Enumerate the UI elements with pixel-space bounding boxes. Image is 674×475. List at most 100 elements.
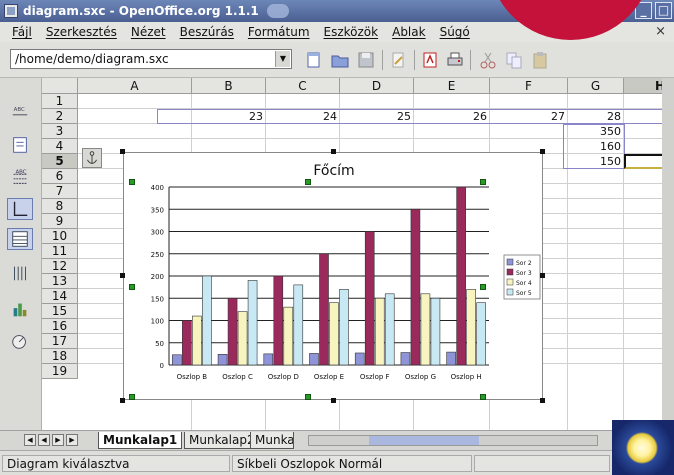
chart-object[interactable]: Főcím 0 50 100 150 200 250 300 350 400 Oszlop B Os…: [123, 152, 543, 400]
edit-file-icon[interactable]: [388, 50, 408, 70]
column-header-b[interactable]: B: [192, 78, 266, 94]
inner-handle[interactable]: [129, 394, 135, 400]
inner-handle[interactable]: [305, 394, 311, 400]
inner-handle[interactable]: [129, 179, 135, 185]
sheet-tab-munkalap2[interactable]: Munkalap2: [184, 432, 260, 449]
row-header-19[interactable]: 19: [42, 364, 78, 379]
next-sheet-button[interactable]: ▶: [52, 434, 64, 446]
row-header-9[interactable]: 9: [42, 214, 78, 229]
row-header-3[interactable]: 3: [42, 124, 78, 139]
column-header-f[interactable]: F: [490, 78, 568, 94]
prev-sheet-button[interactable]: ◀: [38, 434, 50, 446]
cell-d2[interactable]: 25: [340, 110, 414, 123]
menu-format[interactable]: Formátum: [242, 25, 318, 39]
export-pdf-icon[interactable]: [420, 50, 440, 70]
url-field[interactable]: /home/demo/diagram.sxc ▼: [10, 49, 292, 69]
status-chart-type-text: Síkbeli Oszlopok Normál: [232, 455, 472, 472]
menu-view[interactable]: Nézet: [125, 25, 174, 39]
cell-g5[interactable]: 150: [568, 155, 624, 168]
form-controls-icon[interactable]: [7, 134, 33, 156]
save-icon[interactable]: [356, 50, 376, 70]
horizontal-scroll-thumb[interactable]: [369, 436, 479, 445]
menu-insert[interactable]: Beszúrás: [174, 25, 242, 39]
chart-title[interactable]: Főcím: [313, 163, 354, 179]
row-header-8[interactable]: 8: [42, 199, 78, 214]
selection-handle[interactable]: [120, 149, 125, 154]
row-header-5[interactable]: 5: [42, 154, 78, 169]
row-header-17[interactable]: 17: [42, 334, 78, 349]
new-document-icon[interactable]: [304, 50, 324, 70]
column-header-d[interactable]: D: [340, 78, 414, 94]
chart-axes-icon[interactable]: [7, 198, 33, 220]
row-header-12[interactable]: 12: [42, 259, 78, 274]
row-header-18[interactable]: 18: [42, 349, 78, 364]
cell-g3[interactable]: 350: [568, 125, 624, 138]
row-header-10[interactable]: 10: [42, 229, 78, 244]
column-header-c[interactable]: C: [266, 78, 340, 94]
row-header-7[interactable]: 7: [42, 184, 78, 199]
chart-type-icon[interactable]: [7, 298, 33, 320]
selection-handle[interactable]: [120, 398, 125, 403]
cut-icon[interactable]: [478, 50, 498, 70]
cell-f2[interactable]: 27: [490, 110, 568, 123]
sheet-tab-munka[interactable]: Munka: [250, 432, 294, 449]
menu-window[interactable]: Ablak: [386, 25, 433, 39]
chart-color-icon[interactable]: [7, 330, 33, 352]
cell-g2[interactable]: 28: [568, 110, 624, 123]
selection-handle[interactable]: [331, 398, 336, 403]
inner-handle[interactable]: [129, 284, 135, 290]
y-tick-label: 250: [151, 251, 164, 259]
cell-e2[interactable]: 26: [414, 110, 490, 123]
row-header-4[interactable]: 4: [42, 139, 78, 154]
selection-handle[interactable]: [540, 398, 545, 403]
document-close-icon[interactable]: ×: [655, 24, 666, 39]
sheet-tab-munkalap1[interactable]: Munkalap1: [98, 432, 183, 449]
vertical-scrollbar[interactable]: [662, 78, 674, 430]
spreadsheet-grid[interactable]: A B C D E F G H 1 2 3 4 5 6 7 8 9 10 11 …: [42, 78, 674, 430]
open-folder-icon[interactable]: [330, 50, 350, 70]
row-header-11[interactable]: 11: [42, 244, 78, 259]
inner-handle[interactable]: [480, 179, 486, 185]
menu-help[interactable]: Súgó: [434, 25, 478, 39]
spellcheck-icon[interactable]: ABC: [7, 166, 33, 188]
inner-handle[interactable]: [480, 394, 486, 400]
menu-edit[interactable]: Szerkesztés: [40, 25, 125, 39]
url-dropdown-button[interactable]: ▼: [275, 51, 290, 67]
bar: [247, 280, 258, 366]
row-header-14[interactable]: 14: [42, 289, 78, 304]
column-header-a[interactable]: A: [78, 78, 192, 94]
status-empty-cell: [474, 455, 610, 472]
print-icon[interactable]: [445, 50, 465, 70]
column-header-g[interactable]: G: [568, 78, 624, 94]
horizontal-scrollbar[interactable]: [308, 435, 598, 446]
row-header-15[interactable]: 15: [42, 304, 78, 319]
menu-file[interactable]: Fájl: [6, 25, 40, 39]
maximize-button[interactable]: □: [655, 2, 672, 19]
horizontal-grid-icon[interactable]: [7, 228, 33, 250]
paste-icon[interactable]: [530, 50, 550, 70]
x-tick-label: Oszlop H: [451, 373, 482, 381]
column-header-e[interactable]: E: [414, 78, 490, 94]
select-all-corner[interactable]: [42, 78, 78, 94]
row-header-6[interactable]: 6: [42, 169, 78, 184]
abc-draw-icon[interactable]: ABC: [7, 102, 33, 124]
row-header-13[interactable]: 13: [42, 274, 78, 289]
inner-handle[interactable]: [480, 284, 486, 290]
cell-g4[interactable]: 160: [568, 140, 624, 153]
selection-handle[interactable]: [331, 149, 336, 154]
vertical-grid-icon[interactable]: [7, 262, 33, 284]
first-sheet-button[interactable]: ◀: [24, 434, 36, 446]
cell-b2[interactable]: 23: [192, 110, 266, 123]
cell-c2[interactable]: 24: [266, 110, 340, 123]
last-sheet-button[interactable]: ▶: [66, 434, 78, 446]
selection-handle[interactable]: [540, 273, 545, 278]
bar: [466, 289, 476, 366]
copy-icon[interactable]: [504, 50, 524, 70]
row-header-1[interactable]: 1: [42, 94, 78, 109]
selection-handle[interactable]: [120, 273, 125, 278]
selection-handle[interactable]: [540, 149, 545, 154]
row-header-2[interactable]: 2: [42, 109, 78, 124]
menu-tools[interactable]: Eszközök: [318, 25, 387, 39]
inner-handle[interactable]: [305, 179, 311, 185]
row-header-16[interactable]: 16: [42, 319, 78, 334]
